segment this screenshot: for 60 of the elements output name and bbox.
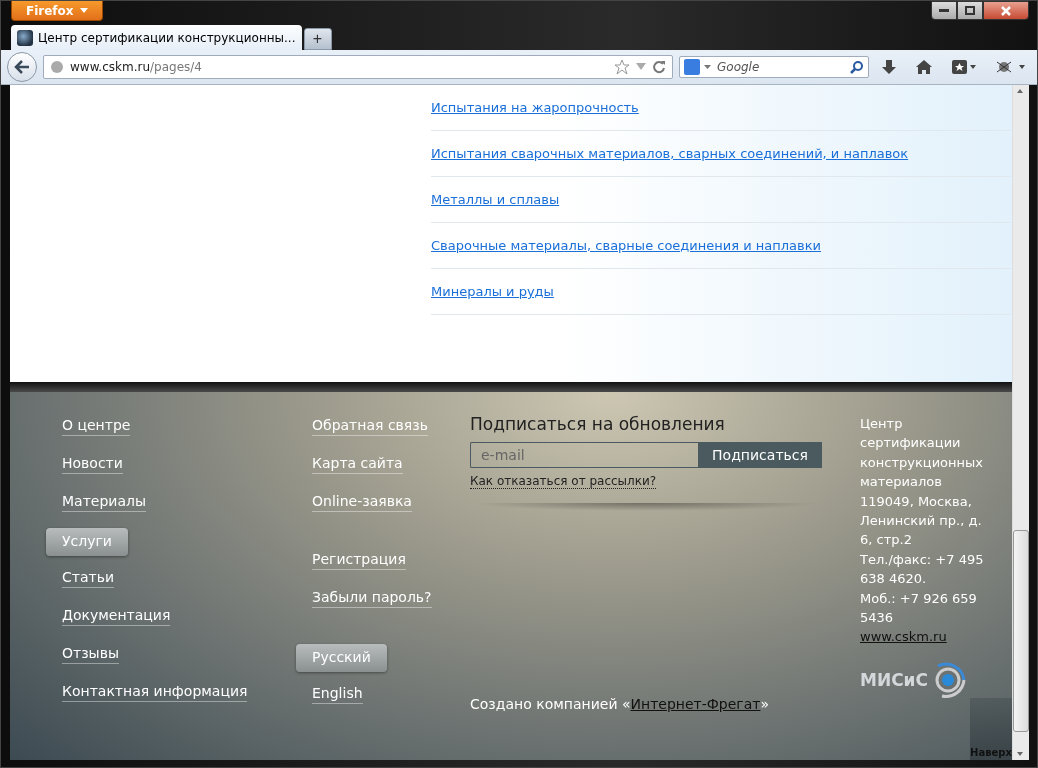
- footer-nav-link[interactable]: Статьи: [62, 566, 114, 604]
- search-icon[interactable]: [850, 60, 864, 74]
- search-field[interactable]: Google: [679, 56, 869, 78]
- footer-nav-link[interactable]: Документация: [62, 604, 171, 642]
- reload-icon[interactable]: [652, 60, 666, 74]
- footer-nav-link[interactable]: Материалы: [62, 490, 146, 528]
- minimize-icon: [939, 8, 949, 13]
- maximize-icon: [965, 6, 975, 15]
- address-line: Центр: [860, 415, 904, 433]
- new-tab-button[interactable]: +: [303, 28, 332, 50]
- subscribe-button[interactable]: Подписаться: [698, 442, 822, 468]
- email-field[interactable]: e-mail: [470, 442, 698, 468]
- website-link[interactable]: www.cskm.ru: [860, 629, 947, 645]
- address-line: 5436: [860, 609, 895, 628]
- address-line: конструкционных: [860, 453, 985, 472]
- address-line: материалов: [860, 473, 943, 492]
- minimize-button[interactable]: [931, 1, 957, 20]
- credit-text: Создано компанией «Интернет-Фрегат»: [470, 696, 770, 712]
- footer-nav-link[interactable]: Русский: [296, 644, 387, 672]
- back-arrow-icon: [14, 60, 30, 74]
- footer-nav-link[interactable]: Забыли пароль?: [312, 586, 432, 624]
- footer-nav-link[interactable]: Online-заявка: [312, 490, 412, 528]
- close-icon: [1001, 5, 1011, 16]
- logo: МИСиС: [860, 660, 1000, 701]
- footer-nav-link[interactable]: Услуги: [46, 528, 128, 556]
- footer-nav-link[interactable]: Отзывы: [62, 642, 119, 680]
- address-bar[interactable]: www.cskm.ru/pages/4: [43, 55, 673, 79]
- address-line: 6, стр.2: [860, 531, 913, 550]
- address-line: Моб.: +7 926 659: [860, 589, 978, 608]
- search-engine-icon: [684, 59, 700, 75]
- footer-nav-link[interactable]: Обратная связь: [312, 414, 428, 452]
- category-link[interactable]: Сварочные материалы, сварные соединения и наплавки: [431, 238, 821, 253]
- unsubscribe-link[interactable]: Как отказаться от рассылки?: [470, 474, 657, 489]
- category-link[interactable]: Минералы и руды: [431, 284, 554, 299]
- back-button[interactable]: [7, 52, 37, 82]
- category-link[interactable]: Испытания сварочных материалов, сварных соединений, и наплавок: [431, 146, 909, 161]
- firefox-menu-button[interactable]: Firefox: [11, 1, 103, 21]
- close-button[interactable]: [983, 1, 1029, 20]
- subscribe-heading: Подписаться на обновления: [470, 414, 726, 434]
- address-line: 119049, Москва,: [860, 492, 973, 511]
- address-line: Ленинский пр., д.: [860, 512, 983, 531]
- star-icon[interactable]: [614, 59, 630, 75]
- caret-icon: [704, 65, 711, 69]
- address-line: Тел./факс: +7 495: [860, 550, 985, 569]
- category-link[interactable]: Испытания на жаропрочность: [431, 100, 639, 115]
- footer-nav-link[interactable]: English: [312, 682, 363, 720]
- footer-nav-link[interactable]: О центре: [62, 414, 131, 452]
- footer-nav-link[interactable]: Новости: [62, 452, 123, 490]
- address-line: сертификации: [860, 434, 962, 453]
- caret-icon: [79, 8, 88, 13]
- favicon-icon: [17, 29, 33, 46]
- scrollbar[interactable]: [1012, 85, 1029, 760]
- category-link[interactable]: Металлы и сплавы: [431, 192, 560, 207]
- developer-link[interactable]: Интернет-Фрегат: [630, 696, 761, 712]
- footer-nav-link[interactable]: Карта сайта: [312, 452, 403, 490]
- address-line: 638 4620.: [860, 570, 928, 589]
- footer-nav-link[interactable]: Регистрация: [312, 548, 406, 586]
- maximize-button[interactable]: [957, 1, 983, 20]
- footer-nav-link[interactable]: Контактная информация: [62, 680, 248, 718]
- browser-tab[interactable]: Центр сертификации конструкционны...: [11, 25, 302, 50]
